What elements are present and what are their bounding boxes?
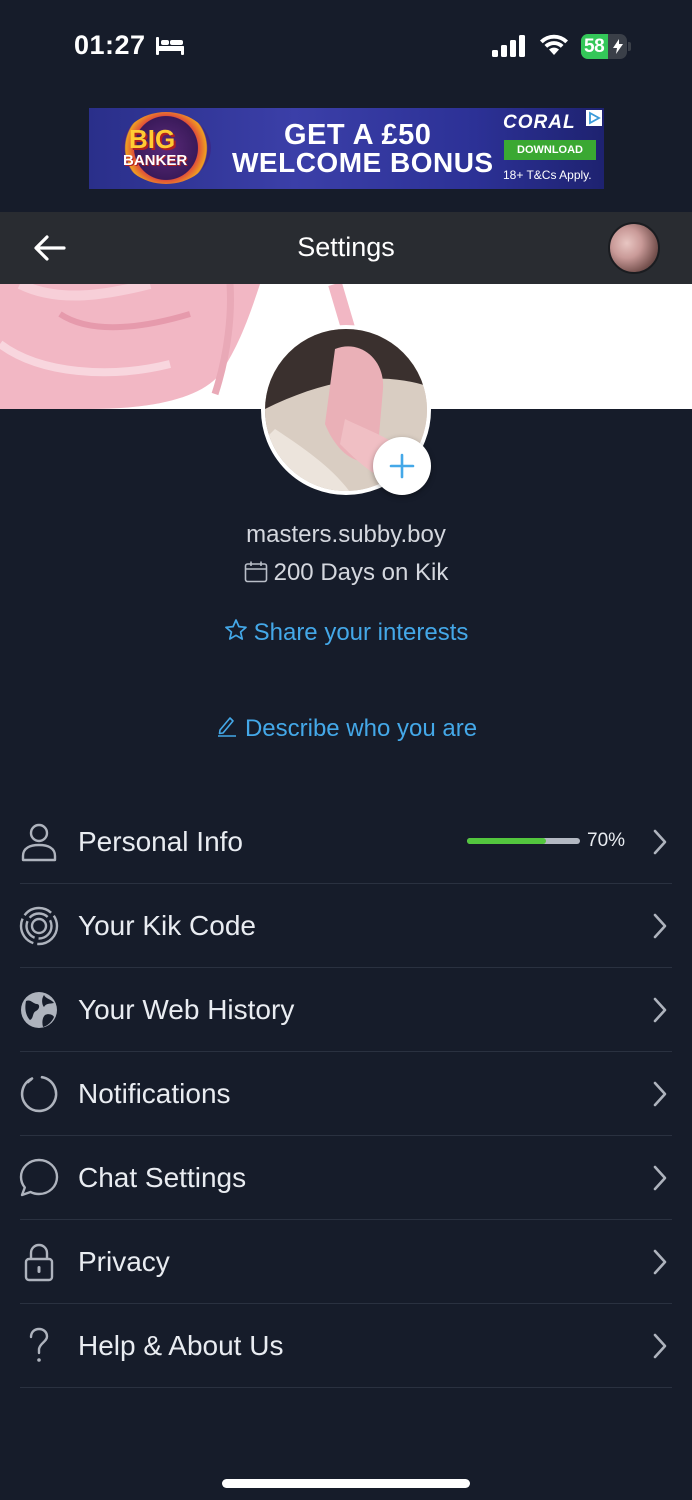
pencil-icon [217,717,236,737]
share-interests-link[interactable]: Share your interests [0,618,692,647]
status-bar: 01:27 58 [0,0,692,95]
globe-icon [21,992,57,1028]
chevron-right-icon [653,997,667,1023]
menu-item-web-history[interactable]: Your Web History [0,968,692,1052]
lock-icon [24,1243,54,1282]
menu-item-label: Personal Info [78,826,243,857]
menu-item-label: Help & About Us [78,1330,284,1361]
menu-item-label: Chat Settings [78,1162,247,1193]
star-icon [224,619,247,640]
ad-logo-text-big: BIG [129,124,176,154]
battery-indicator: 58 [581,34,631,59]
chevron-right-icon [653,829,667,855]
days-on-kik: 200 Days on Kik [0,559,692,587]
home-indicator[interactable] [222,1479,470,1488]
username: masters.subby.boy [246,521,446,548]
menu-item-label: Your Kik Code [78,910,256,941]
ad-logo-text-banker: BANKER [123,152,188,169]
menu-item-help-about[interactable]: Help & About Us [0,1304,692,1388]
ad-brand: CORAL [503,112,576,133]
wifi-icon [540,34,568,55]
cellular-signal-icon [492,35,525,57]
profile-completion-fill [467,838,547,844]
ad-terms: 18+ T&Cs Apply. [503,168,592,182]
menu-item-label: Privacy [78,1246,170,1277]
calendar-icon [244,561,267,583]
chevron-right-icon [653,1081,667,1107]
battery-percent: 58 [584,36,605,57]
menu-item-notifications[interactable]: Notifications [0,1052,692,1136]
share-interests-label: Share your interests [253,619,469,646]
help-icon [29,1327,49,1362]
status-time: 01:27 [74,30,146,60]
ad-banner[interactable]: BIG BANKER GET A £50 WELCOME BONUS CORAL… [89,108,604,189]
describe-yourself-label: Describe who you are [244,715,478,742]
chat-bubble-icon [19,1158,59,1197]
plus-icon [389,453,415,479]
header-bar: Settings [0,212,692,284]
menu-item-label: Your Web History [78,994,295,1025]
page-title: Settings [297,232,395,262]
chevron-right-icon [653,1249,667,1275]
menu-item-chat-settings[interactable]: Chat Settings [0,1136,692,1220]
menu-item-privacy[interactable]: Privacy [0,1220,692,1304]
menu-item-personal-info[interactable]: Personal Info 70% [0,800,692,884]
settings-list: Personal Info 70% Your Kik Code Your Web… [0,800,692,1388]
person-icon [21,823,57,862]
ad-choices-icon[interactable] [586,110,602,126]
days-on-kik-text: 200 Days on Kik [273,559,449,586]
chevron-right-icon [653,913,667,939]
profile-completion-label: 70% [587,830,626,851]
kik-code-icon [19,906,59,946]
menu-item-kik-code[interactable]: Your Kik Code [0,884,692,968]
chevron-right-icon [653,1165,667,1191]
charging-bolt-icon [613,39,623,54]
chevron-right-icon [653,1333,667,1359]
menu-item-label: Notifications [78,1078,231,1109]
add-photo-button[interactable] [373,437,431,495]
profile-completion-bar [467,838,580,844]
ad-download-button[interactable]: DOWNLOAD [504,140,596,160]
ad-subheadline: WELCOME BONUS [232,147,494,178]
notifications-icon [20,1075,58,1113]
avatar[interactable] [608,222,660,274]
describe-yourself-link[interactable]: Describe who you are [0,714,692,743]
sleep-focus-icon [156,37,184,55]
